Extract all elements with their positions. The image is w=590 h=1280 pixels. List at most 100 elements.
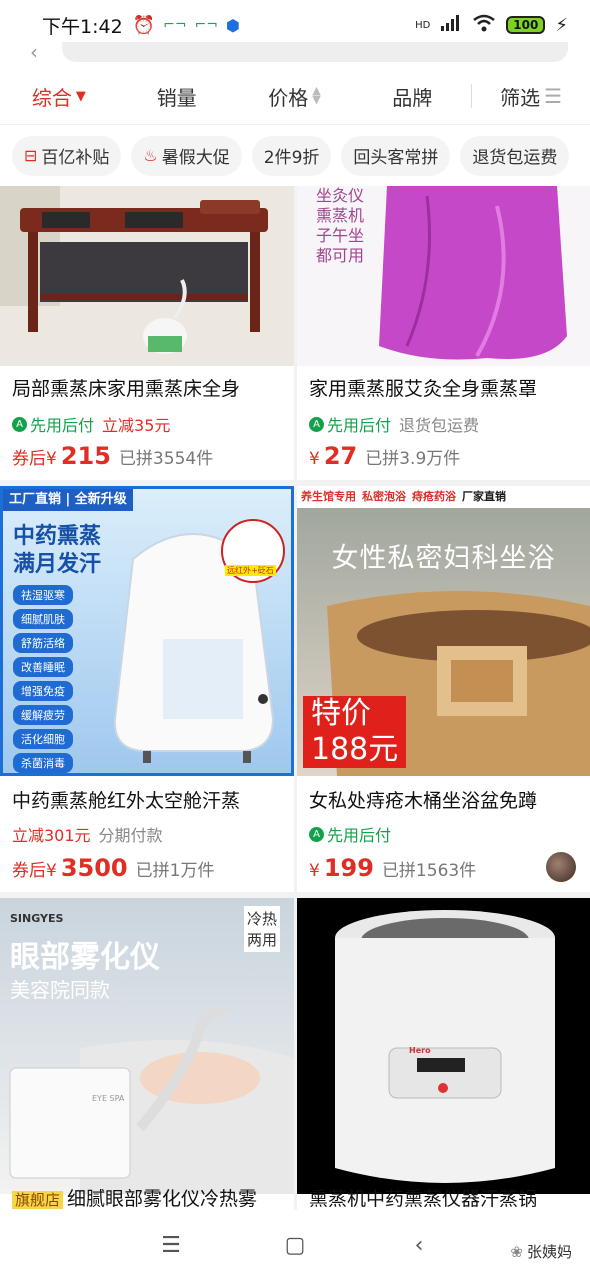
image-headline-line: 中药熏蒸: [13, 524, 102, 549]
product-grid: 局部熏蒸床家用熏蒸床全身 A 先用后付 立减35元 券后¥ 215 已拼3554件…: [0, 186, 590, 1210]
image-caption-line: 都可用: [315, 246, 364, 265]
product-card[interactable]: Hero 熏蒸机中药熏蒸仪器汗蒸锅: [297, 898, 590, 1210]
tag-label: 先用后付: [327, 826, 392, 845]
product-tags: 立减301元 分期付款: [12, 822, 286, 846]
system-nav-bar: ☰ ▢ ‹ ❀ 张姨妈: [0, 1210, 590, 1280]
price-value: 3500: [60, 854, 128, 882]
fire-icon: ♨: [143, 146, 158, 165]
image-banner: 养生馆专用 私密泡浴 痔疮药浴 厂家直销: [297, 486, 590, 508]
product-image: [0, 186, 294, 366]
chip-label: 回头客常拼: [353, 148, 439, 168]
product-image: Hero: [297, 898, 590, 1194]
price-row: ¥ 199 已拼1563件: [309, 854, 582, 882]
pay-later-tag: A 先用后付: [12, 412, 94, 436]
price-prefix: ¥: [309, 861, 320, 881]
sort-bar: 综合 ▼ 销量 价格 ▲ ▼ 品牌 筛选 ☰: [0, 68, 590, 124]
pay-later-icon: A: [309, 416, 324, 432]
return-shipping-tag: 退货包运费: [399, 416, 480, 435]
sort-tab-label: 销量: [156, 85, 197, 110]
sold-count: 已拼1563件: [381, 861, 477, 881]
tag-label: 先用后付: [30, 416, 95, 435]
image-banner: 工厂直销 | 全新升级: [3, 489, 133, 511]
sort-tab-filter[interactable]: 筛选 ☰: [472, 82, 590, 111]
sort-tab-sales[interactable]: 销量: [118, 82, 236, 111]
notification-icon-2: ⌐¬: [194, 17, 219, 33]
signal-icon: [440, 14, 462, 37]
filter-icon: ☰: [544, 84, 563, 108]
chip-repeat-buyers[interactable]: 回头客常拼: [341, 135, 451, 176]
sold-count: 已拼3.9万件: [365, 449, 461, 469]
home-button[interactable]: ▢: [233, 1233, 357, 1258]
product-title: 细腻眼部雾化仪冷热雾: [67, 1188, 258, 1210]
special-price-badge: 特价 188元: [303, 696, 407, 768]
banner-item: 痔疮药浴: [412, 490, 456, 503]
back-button[interactable]: ‹: [357, 1233, 481, 1258]
product-card[interactable]: 坐灸仪 熏蒸机 子午坐 都可用 家用熏蒸服艾灸全身熏蒸罩 A 先用后付 退货包运费…: [297, 186, 590, 480]
sort-tab-label: 品牌: [392, 85, 433, 110]
charging-icon: ⚡: [555, 14, 568, 36]
chip-subsidy[interactable]: ⊟ 百亿补贴: [12, 135, 122, 176]
alarm-icon: ⏰: [132, 14, 156, 36]
price-value: 27: [323, 442, 358, 470]
filter-chip-bar: ⊟ 百亿补贴 ♨ 暑假大促 2件9折 回头客常拼 退货包运费: [0, 124, 590, 186]
chip-free-return[interactable]: 退货包运费: [460, 135, 570, 176]
pay-later-icon: A: [309, 826, 324, 842]
infrared-badge: 远红外+砭石: [221, 519, 285, 583]
sort-tab-brand[interactable]: 品牌: [353, 82, 471, 111]
product-image: 工厂直销 | 全新升级 中药熏蒸 满月发汗 祛湿驱寒 细腻肌肤 舒筋活络 改善睡…: [0, 486, 294, 776]
hot-cold-badge: 冷热两用: [244, 906, 280, 952]
product-card[interactable]: SINGYES 眼部雾化仪 美容院同款 冷热两用 EYE SPA 旗舰店 细腻眼部…: [0, 898, 294, 1210]
image-headline: 女性私密妇科坐浴: [331, 543, 556, 574]
back-arrow-icon[interactable]: ‹: [30, 40, 38, 64]
status-left-icons: ⏰ ⌐¬ ⌐¬ ⬢: [133, 15, 240, 36]
product-tags: A 先用后付: [309, 822, 582, 846]
product-card[interactable]: 局部熏蒸床家用熏蒸床全身 A 先用后付 立减35元 券后¥ 215 已拼3554件: [0, 186, 294, 480]
wifi-icon: [472, 14, 496, 37]
product-title: 中药熏蒸舱红外太空舱汗蒸: [12, 790, 241, 812]
discount-tag: 立减35元: [102, 416, 171, 435]
product-card[interactable]: 工厂直销 | 全新升级 中药熏蒸 满月发汗 祛湿驱寒 细腻肌肤 舒筋活络 改善睡…: [0, 486, 294, 892]
price-value: 215: [60, 442, 111, 470]
sort-updown-icon: ▲ ▼: [312, 84, 321, 106]
product-card[interactable]: 养生馆专用 私密泡浴 痔疮药浴 厂家直销 女性私密妇科坐浴 特价 188元 女私…: [297, 486, 590, 892]
image-subheadline: 美容院同款: [10, 978, 110, 1002]
banner-item: 私密泡浴: [362, 490, 406, 503]
image-headline: 中药熏蒸 满月发汗: [13, 523, 101, 579]
feature-pill: 舒筋活络: [13, 633, 73, 653]
sort-tab-price[interactable]: 价格 ▲ ▼: [236, 82, 354, 111]
chip-label: 2件9折: [263, 148, 320, 168]
product-image: 养生馆专用 私密泡浴 痔疮药浴 厂家直销 女性私密妇科坐浴 特价 188元: [297, 486, 590, 776]
infrared-label: 远红外+砭石: [225, 565, 276, 576]
hd-label: HD: [415, 19, 431, 31]
recents-button[interactable]: ☰: [109, 1233, 233, 1258]
product-title-row: 旗舰店 细腻眼部雾化仪冷热雾: [12, 1184, 286, 1210]
price-row: 券后¥ 215 已拼3554件: [12, 442, 286, 470]
sort-tab-label: 筛选: [500, 85, 541, 110]
pay-later-tag: A 先用后付: [309, 822, 391, 846]
banner-item: 厂家直销: [462, 490, 506, 503]
sold-count: 已拼1万件: [135, 861, 215, 881]
feature-pill: 细腻肌肤: [13, 609, 73, 629]
chip-summer-sale[interactable]: ♨ 暑假大促: [131, 135, 242, 176]
watermark: ❀ 张姨妈: [510, 1241, 572, 1262]
device-brand-label: Hero: [409, 1046, 431, 1055]
shield-icon: ⬢: [226, 15, 240, 35]
image-headline-line: 满月发汗: [13, 552, 102, 577]
product-title: 局部熏蒸床家用熏蒸床全身: [12, 378, 241, 400]
chip-two-item-discount[interactable]: 2件9折: [251, 135, 332, 176]
special-price-value: 188元: [311, 732, 399, 767]
seller-avatar[interactable]: [546, 852, 576, 882]
search-strip: ‹: [0, 40, 590, 68]
image-caption-line: 坐灸仪: [315, 186, 364, 205]
caret-down-icon: ▼: [75, 88, 86, 104]
product-image: SINGYES 眼部雾化仪 美容院同款 冷热两用 EYE SPA: [0, 898, 294, 1194]
product-title: 家用熏蒸服艾灸全身熏蒸罩: [309, 378, 538, 400]
feature-pill: 增强免疫: [13, 681, 73, 701]
chip-label: 退货包运费: [472, 148, 558, 168]
search-input[interactable]: [62, 42, 568, 62]
feature-pill: 缓解疲劳: [13, 705, 73, 725]
sort-tab-comprehensive[interactable]: 综合 ▼: [0, 82, 118, 111]
status-time: 下午1:42: [42, 15, 123, 38]
feature-pill: 活化细胞: [13, 729, 73, 749]
sort-tab-label: 价格: [268, 85, 309, 110]
